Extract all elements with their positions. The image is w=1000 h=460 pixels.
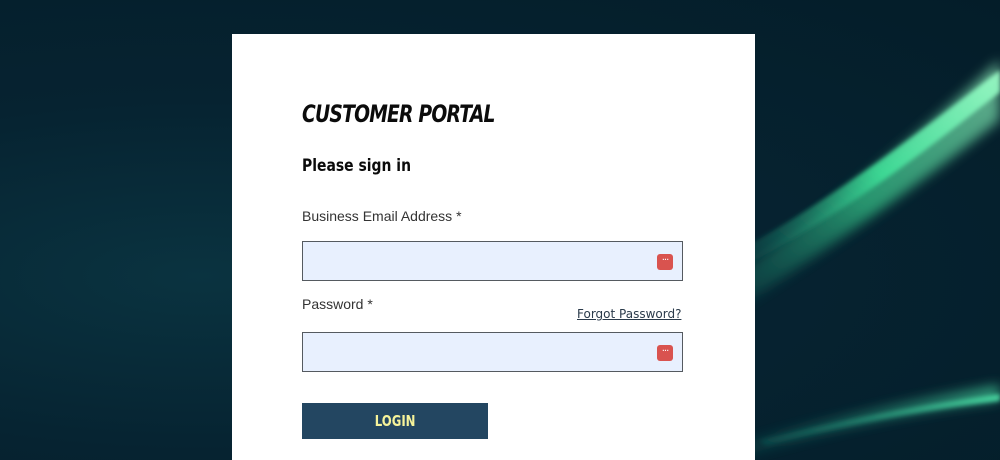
email-input[interactable] [302,241,683,281]
password-input[interactable] [302,332,683,372]
login-card: CUSTOMER PORTAL Please sign in Business … [232,34,755,460]
forgot-password-link[interactable]: Forgot Password? [577,307,681,321]
portal-title: CUSTOMER PORTAL [302,100,495,128]
login-button-label: LOGIN [374,412,416,430]
sign-in-heading: Please sign in [302,156,411,176]
login-button[interactable]: LOGIN [302,403,488,439]
email-label: Business Email Address * [302,208,462,224]
password-label: Password * [302,296,373,312]
page-background: CUSTOMER PORTAL Please sign in Business … [0,0,1000,460]
password-manager-icon[interactable]: ··· [657,345,673,361]
password-manager-icon[interactable]: ··· [657,254,673,270]
